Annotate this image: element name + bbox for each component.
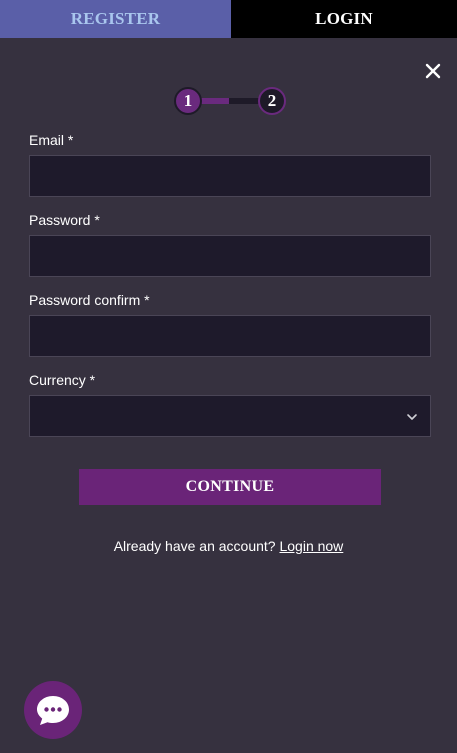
tab-login[interactable]: LOGIN (231, 0, 457, 38)
login-now-link[interactable]: Login now (279, 538, 343, 554)
currency-label: Currency * (29, 372, 96, 388)
currency-select[interactable] (29, 395, 431, 437)
chat-button[interactable] (24, 681, 82, 739)
email-field-wrapper (29, 155, 431, 197)
tab-register[interactable]: REGISTER (0, 0, 231, 38)
email-field[interactable] (30, 156, 430, 196)
step-1: 1 (174, 87, 202, 115)
email-label: Email * (29, 132, 74, 148)
password-confirm-field[interactable] (30, 316, 430, 356)
auth-tabs: REGISTER LOGIN (0, 0, 457, 38)
password-label: Password * (29, 212, 100, 228)
step-indicator: 1 2 (174, 87, 286, 115)
password-confirm-field-wrapper (29, 315, 431, 357)
password-field[interactable] (30, 236, 430, 276)
registration-page: REGISTER LOGIN 1 2 Email * Password * Pa… (0, 0, 457, 753)
login-prompt: Already have an account? Login now (0, 538, 457, 554)
login-prompt-text: Already have an account? (113, 538, 276, 554)
chat-icon (37, 696, 69, 725)
password-confirm-label: Password confirm * (29, 292, 150, 308)
chevron-down-icon (407, 414, 417, 420)
close-button[interactable] (422, 60, 444, 82)
step-2: 2 (258, 87, 286, 115)
password-field-wrapper (29, 235, 431, 277)
continue-button[interactable]: CONTINUE (79, 469, 381, 505)
close-icon (425, 63, 441, 79)
step-progress-track (196, 98, 262, 104)
